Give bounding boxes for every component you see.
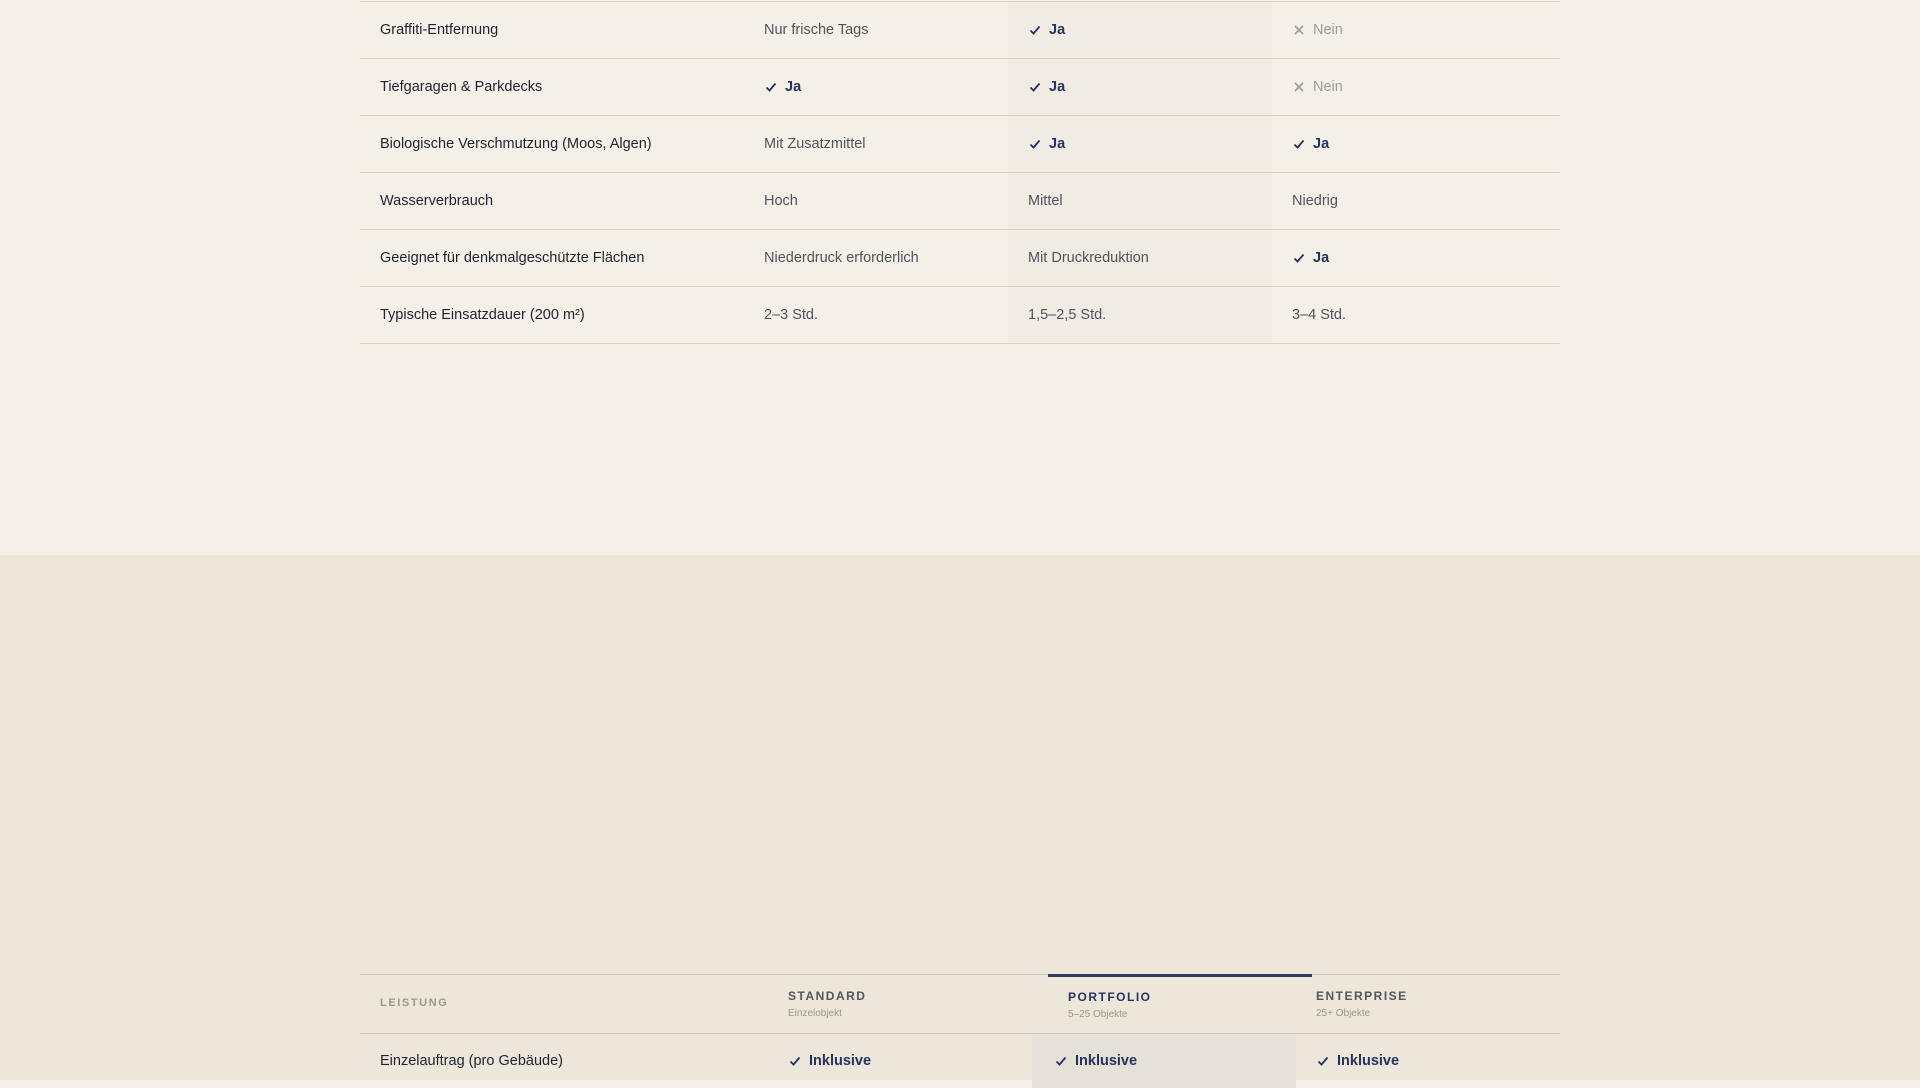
table-row: Typische Einsatzdauer (200 m²) 2–3 Std. … xyxy=(360,287,1560,344)
check-icon xyxy=(1316,1054,1330,1068)
value-cell: Ja xyxy=(1028,59,1065,115)
check-icon xyxy=(1292,251,1306,265)
value-cell: Ja xyxy=(1292,230,1329,286)
value-text: Ja xyxy=(785,79,802,95)
value-cell: Niedrig xyxy=(1292,173,1338,229)
value-text: Niederdruck erforderlich xyxy=(764,250,919,266)
feature-label: Geeignet für denkmalgeschützte Flächen xyxy=(380,250,645,266)
value-text: Ja xyxy=(1049,79,1066,95)
x-icon xyxy=(1292,23,1306,37)
value-cell: 2–3 Std. xyxy=(764,287,818,343)
plan-name: STANDARD xyxy=(788,989,867,1003)
value-cell: Ja xyxy=(764,59,801,115)
plan-subtitle: Einzelobjekt xyxy=(788,1008,842,1019)
value-text: Nur frische Tags xyxy=(764,22,869,38)
table-row: Geeignet für denkmalgeschützte Flächen N… xyxy=(360,230,1560,287)
comparison-section: Graffiti-Entfernung Nur frische Tags Ja … xyxy=(0,0,1920,555)
value-text: Mit Druckreduktion xyxy=(1028,250,1149,266)
plan-name: ENTERPRISE xyxy=(1316,989,1408,1003)
value-text: Mittel xyxy=(1028,193,1063,209)
value-cell: Ja xyxy=(1028,2,1065,58)
value-text: Niedrig xyxy=(1292,193,1338,209)
table-row: Tiefgaragen & Parkdecks Ja Ja Nein xyxy=(360,59,1560,116)
check-icon xyxy=(1054,1054,1068,1068)
value-cell: Mittel xyxy=(1028,173,1063,229)
check-icon xyxy=(1028,80,1042,94)
value-text: Mit Zusatzmittel xyxy=(764,136,866,152)
check-icon xyxy=(1028,23,1042,37)
plans-table-header: LEISTUNG STANDARD Einzelobjekt PORTFOLIO… xyxy=(360,974,1560,1035)
value-text: 3–4 Std. xyxy=(1292,307,1347,323)
value-text: Ja xyxy=(1049,22,1066,38)
check-icon xyxy=(1028,137,1042,151)
value-cell: Ja xyxy=(1292,116,1329,172)
check-icon xyxy=(764,80,778,94)
value-cell: Hoch xyxy=(764,173,798,229)
plan-column-standard[interactable]: STANDARD Einzelobjekt xyxy=(788,975,1052,1033)
value-text: Ja xyxy=(1049,136,1066,152)
feature-label: Biologische Verschmutzung (Moos, Algen) xyxy=(380,136,652,152)
feature-label: Graffiti-Entfernung xyxy=(380,22,499,38)
table-row: Graffiti-Entfernung Nur frische Tags Ja … xyxy=(360,2,1560,59)
plan-subtitle: 25+ Objekte xyxy=(1316,1008,1371,1019)
table-row: Biologische Verschmutzung (Moos, Algen) … xyxy=(360,116,1560,173)
value-text: Nein xyxy=(1313,22,1343,38)
check-icon xyxy=(1292,137,1306,151)
table-row: Wasserverbrauch Hoch Mittel Niedrig xyxy=(360,173,1560,230)
value-text: Hoch xyxy=(764,193,798,209)
value-text: Ja xyxy=(1313,250,1330,266)
value-cell: Mit Druckreduktion xyxy=(1028,230,1149,286)
plan-column-enterprise[interactable]: ENTERPRISE 25+ Objekte xyxy=(1316,975,1580,1033)
value-text: Inklusive xyxy=(1337,1053,1400,1069)
plans-table: LEISTUNG STANDARD Einzelobjekt PORTFOLIO… xyxy=(360,974,1560,1088)
header-label: LEISTUNG xyxy=(380,997,449,1009)
value-cell: Mit Zusatzmittel xyxy=(764,116,866,172)
value-cell: Niederdruck erforderlich xyxy=(764,230,919,286)
value-text: Nein xyxy=(1313,79,1343,95)
value-text: Inklusive xyxy=(809,1053,872,1069)
plan-name: PORTFOLIO xyxy=(1068,990,1152,1004)
plan-subtitle: 5–25 Objekte xyxy=(1068,1009,1128,1020)
value-cell: Ja xyxy=(1028,116,1065,172)
value-cell: Nur frische Tags xyxy=(764,2,869,58)
value-text: Inklusive xyxy=(1075,1053,1138,1069)
check-icon xyxy=(788,1054,802,1068)
feature-label: Wasserverbrauch xyxy=(380,193,494,209)
feature-label: Tiefgaragen & Parkdecks xyxy=(380,79,543,95)
value-cell: Nein xyxy=(1292,2,1343,58)
value-cell: 1,5–2,5 Std. xyxy=(1028,287,1106,343)
comparison-table: Graffiti-Entfernung Nur frische Tags Ja … xyxy=(360,1,1560,344)
feature-label: Typische Einsatzdauer (200 m²) xyxy=(380,307,585,323)
value-cell: 3–4 Std. xyxy=(1292,287,1346,343)
value-text: 1,5–2,5 Std. xyxy=(1028,307,1107,323)
value-text: 2–3 Std. xyxy=(764,307,819,323)
value-text: Ja xyxy=(1313,136,1330,152)
x-icon xyxy=(1292,80,1306,94)
value-cell: Nein xyxy=(1292,59,1343,115)
plan-column-portfolio[interactable]: PORTFOLIO 5–25 Objekte xyxy=(1048,974,1312,1035)
